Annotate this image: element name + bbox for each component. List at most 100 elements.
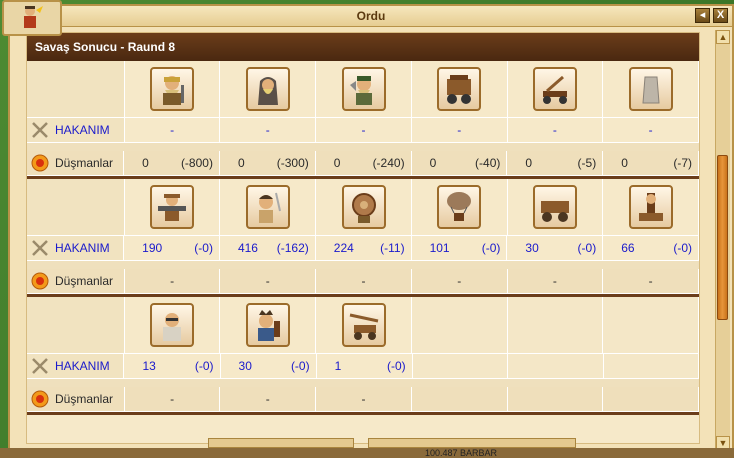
footer-button-right[interactable] xyxy=(368,438,576,448)
mine-cell: 416 (-162) xyxy=(219,236,316,260)
catapult-icon[interactable] xyxy=(532,67,577,111)
window-title: Ordu xyxy=(356,9,386,23)
hero-king-icon[interactable] xyxy=(245,303,290,347)
vertical-scrollbar[interactable]: ▲ ▼ xyxy=(715,30,730,450)
cell-delta: (-0) xyxy=(577,241,597,255)
unit-cell xyxy=(316,179,412,235)
row-spacer xyxy=(27,143,699,151)
unit-icon-row xyxy=(27,297,699,354)
unit-block-2: HAKANIM 190 (-0) 416 (-162) 224 (-11) 101 (-… xyxy=(27,179,699,297)
window-titlebar[interactable]: Ordu ◂ X xyxy=(10,6,732,27)
footer-button-left[interactable] xyxy=(208,438,354,448)
cell-value: 190 xyxy=(142,241,163,255)
cell-value: 0 xyxy=(333,156,341,170)
crossed-swords-icon xyxy=(32,122,48,138)
empty-cell xyxy=(603,387,699,411)
crossed-swords-icon xyxy=(32,240,48,256)
enemy-row: Düşmanlar 0 (-800) 0 (-300) 0 (-240) 0 (-40)… xyxy=(27,151,699,176)
ram-icon[interactable] xyxy=(628,185,673,229)
cell-delta: (-800) xyxy=(180,156,213,170)
mine-label: HAKANIM xyxy=(27,118,125,142)
unit-cell xyxy=(220,179,317,235)
axe-warrior-icon[interactable] xyxy=(341,67,386,111)
siege-cart-icon[interactable] xyxy=(437,67,482,111)
cell-value: 0 xyxy=(142,156,149,170)
unit-cell xyxy=(507,179,604,235)
cell-value: - xyxy=(457,274,462,288)
dwarf-warrior-icon[interactable] xyxy=(150,67,195,111)
cell-value: 0 xyxy=(429,156,437,170)
unit-cell xyxy=(411,179,508,235)
enemy-cell: 0 (-240) xyxy=(315,151,412,175)
cell-delta: (-240) xyxy=(372,156,405,170)
cell-delta: (-0) xyxy=(481,241,501,255)
cell-delta: (-0) xyxy=(387,359,406,373)
army-window: Ordu ◂ X Savaş Sonucu - Raund 8 HAKANIM … xyxy=(8,4,734,452)
hooded-mage-icon[interactable] xyxy=(245,67,290,111)
mine-label-text: HAKANIM xyxy=(55,359,110,373)
enemy-label: Düşmanlar xyxy=(27,269,125,293)
scroll-thumb[interactable] xyxy=(717,155,728,320)
mine-label: HAKANIM xyxy=(27,354,125,378)
footer-text: 100.487 BARBAR xyxy=(425,448,498,458)
enemy-row: Düşmanlar - - - - - - xyxy=(27,269,699,294)
stone-wall-icon[interactable] xyxy=(628,67,673,111)
army-avatar-badge[interactable] xyxy=(2,0,62,36)
balloon-icon[interactable] xyxy=(437,185,482,229)
enemy-cell: 0 (-7) xyxy=(603,151,699,175)
cell-value: 0 xyxy=(237,156,245,170)
cannon-soldier-icon[interactable] xyxy=(150,185,195,229)
empty-cell xyxy=(412,354,509,378)
enemy-shield-icon xyxy=(31,272,49,290)
enemy-label: Düşmanlar xyxy=(27,387,125,411)
back-button[interactable]: ◂ xyxy=(695,8,710,23)
mine-cell: - xyxy=(220,118,317,142)
mine-cell: 224 (-11) xyxy=(315,236,412,260)
cell-value: 416 xyxy=(237,241,258,255)
elder-sage-icon[interactable] xyxy=(150,303,195,347)
cell-value: - xyxy=(170,392,175,406)
cell-value: - xyxy=(170,123,175,137)
cell-value: 66 xyxy=(621,241,635,255)
sword-fighter-icon[interactable] xyxy=(245,185,290,229)
cell-delta: (-5) xyxy=(577,156,597,170)
scroll-up-icon[interactable]: ▲ xyxy=(716,30,730,44)
cell-delta: (-162) xyxy=(276,241,309,255)
cell-value: - xyxy=(265,274,270,288)
enemy-cell: 0 (-800) xyxy=(124,151,220,175)
cell-delta: (-0) xyxy=(194,241,213,255)
icon-row-label xyxy=(27,61,125,117)
unit-icon-row xyxy=(27,179,699,236)
mine-cell: 13 (-0) xyxy=(124,354,221,378)
empty-cell xyxy=(603,354,699,378)
cell-delta: (-300) xyxy=(276,156,309,170)
enemy-cell: - xyxy=(220,269,317,293)
cell-value: - xyxy=(361,123,366,137)
mine-row: HAKANIM - - - - - - xyxy=(27,118,699,143)
unit-cell xyxy=(603,179,699,235)
enemy-cell: - xyxy=(603,269,699,293)
cell-value: 0 xyxy=(621,156,628,170)
cell-value: 30 xyxy=(238,359,252,373)
warrior-avatar-icon xyxy=(24,6,43,28)
bottom-status-strip: 100.487 BARBAR xyxy=(0,448,734,458)
mine-cell: - xyxy=(124,118,221,142)
shield-warrior-icon[interactable] xyxy=(341,185,386,229)
cart-icon[interactable] xyxy=(532,185,577,229)
close-button[interactable]: X xyxy=(713,8,728,23)
cell-delta: (-7) xyxy=(673,156,693,170)
mine-label-text: HAKANIM xyxy=(55,123,110,137)
mine-cell: 1 (-0) xyxy=(316,354,413,378)
crossed-swords-icon xyxy=(32,358,48,374)
mine-cell: 66 (-0) xyxy=(603,236,699,260)
cell-delta: (-40) xyxy=(475,156,501,170)
enemy-shield-icon xyxy=(31,154,49,172)
unit-cell xyxy=(124,179,221,235)
mine-cell: 30 (-0) xyxy=(220,354,317,378)
cell-value: - xyxy=(361,274,366,288)
cell-value: 1 xyxy=(334,359,342,373)
ballista-icon[interactable] xyxy=(341,303,386,347)
mine-cell: - xyxy=(603,118,699,142)
enemy-label-text: Düşmanlar xyxy=(55,156,114,170)
cell-value: 224 xyxy=(333,241,354,255)
